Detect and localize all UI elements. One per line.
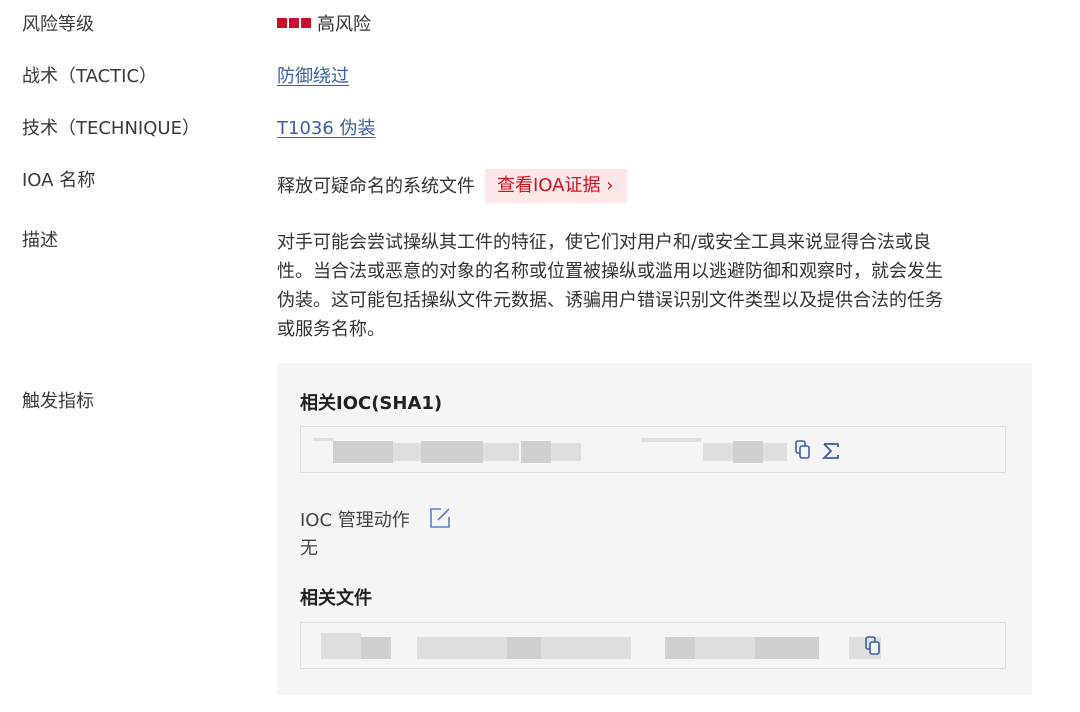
- redacted-block: [551, 443, 581, 461]
- risk-level-label: 风险等级: [22, 14, 94, 35]
- redacted-block: [541, 637, 631, 659]
- redacted-block: [665, 637, 695, 659]
- ioa-name-value: 释放可疑命名的系统文件 查看IOA证据 ›: [277, 169, 628, 204]
- redacted-block: [507, 637, 541, 659]
- ioc-hash-field[interactable]: [300, 426, 1006, 473]
- redacted-block: [361, 637, 391, 659]
- copy-icon[interactable]: [795, 440, 811, 464]
- related-files-title: 相关文件: [300, 588, 372, 609]
- edit-icon[interactable]: [428, 506, 452, 535]
- copy-icon[interactable]: [865, 636, 881, 660]
- ioa-name-text: 释放可疑命名的系统文件: [277, 176, 475, 197]
- related-ioc-title: 相关IOC(SHA1): [300, 393, 443, 414]
- ioc-action-label: IOC 管理动作: [300, 510, 410, 531]
- risk-level-text: 高风险: [317, 14, 371, 35]
- technique-link[interactable]: T1036 伪装: [277, 118, 376, 139]
- sigma-icon[interactable]: [821, 442, 840, 464]
- description-text: 对手可能会尝试操纵其工件的特征，使它们对用户和/或安全工具来说显得合法或良 性。…: [277, 228, 1037, 344]
- view-ioa-evidence-label: 查看IOA证据: [497, 175, 601, 196]
- tactic-link[interactable]: 防御绕过: [277, 66, 349, 87]
- risk-level-indicator: [277, 14, 317, 35]
- description-line: 性。当合法或恶意的对象的名称或位置被操纵或滥用以逃避防御和观察时，就会发生: [277, 261, 943, 282]
- ioa-name-label: IOA 名称: [22, 170, 96, 191]
- redacted-block: [417, 637, 507, 659]
- tactic-label: 战术（TACTIC）: [22, 66, 158, 87]
- redacted-block: [695, 637, 755, 659]
- redacted-block: [763, 443, 787, 461]
- redacted-block: [703, 443, 733, 461]
- risk-level-value: 高风险: [277, 12, 371, 38]
- trigger-indicator-label: 触发指标: [22, 391, 94, 412]
- description-line: 或服务名称。: [277, 319, 385, 340]
- redacted-block: [641, 438, 701, 442]
- view-ioa-evidence-button[interactable]: 查看IOA证据 ›: [485, 169, 628, 203]
- trigger-indicator-panel: 相关IOC(SHA1) IOC 管理动作 无 相关文件: [277, 363, 1032, 695]
- redacted-block: [521, 441, 551, 463]
- chevron-right-icon: ›: [606, 175, 614, 196]
- redacted-block: [755, 637, 819, 659]
- redacted-block: [393, 443, 421, 461]
- description-label: 描述: [22, 230, 58, 251]
- redacted-block: [313, 438, 333, 441]
- ioc-action-row: IOC 管理动作: [300, 502, 450, 532]
- technique-label: 技术（TECHNIQUE）: [22, 118, 200, 139]
- related-file-field[interactable]: [300, 622, 1006, 669]
- redacted-block: [321, 633, 361, 659]
- redacted-block: [483, 443, 519, 461]
- redacted-block: [733, 441, 763, 463]
- description-line: 伪装。这可能包括操纵文件元数据、诱骗用户错误识别文件类型以及提供合法的任务: [277, 290, 943, 311]
- redacted-block: [421, 441, 483, 463]
- redacted-block: [333, 441, 393, 463]
- description-line: 对手可能会尝试操纵其工件的特征，使它们对用户和/或安全工具来说显得合法或良: [277, 232, 932, 253]
- ioc-action-value: 无: [300, 538, 318, 559]
